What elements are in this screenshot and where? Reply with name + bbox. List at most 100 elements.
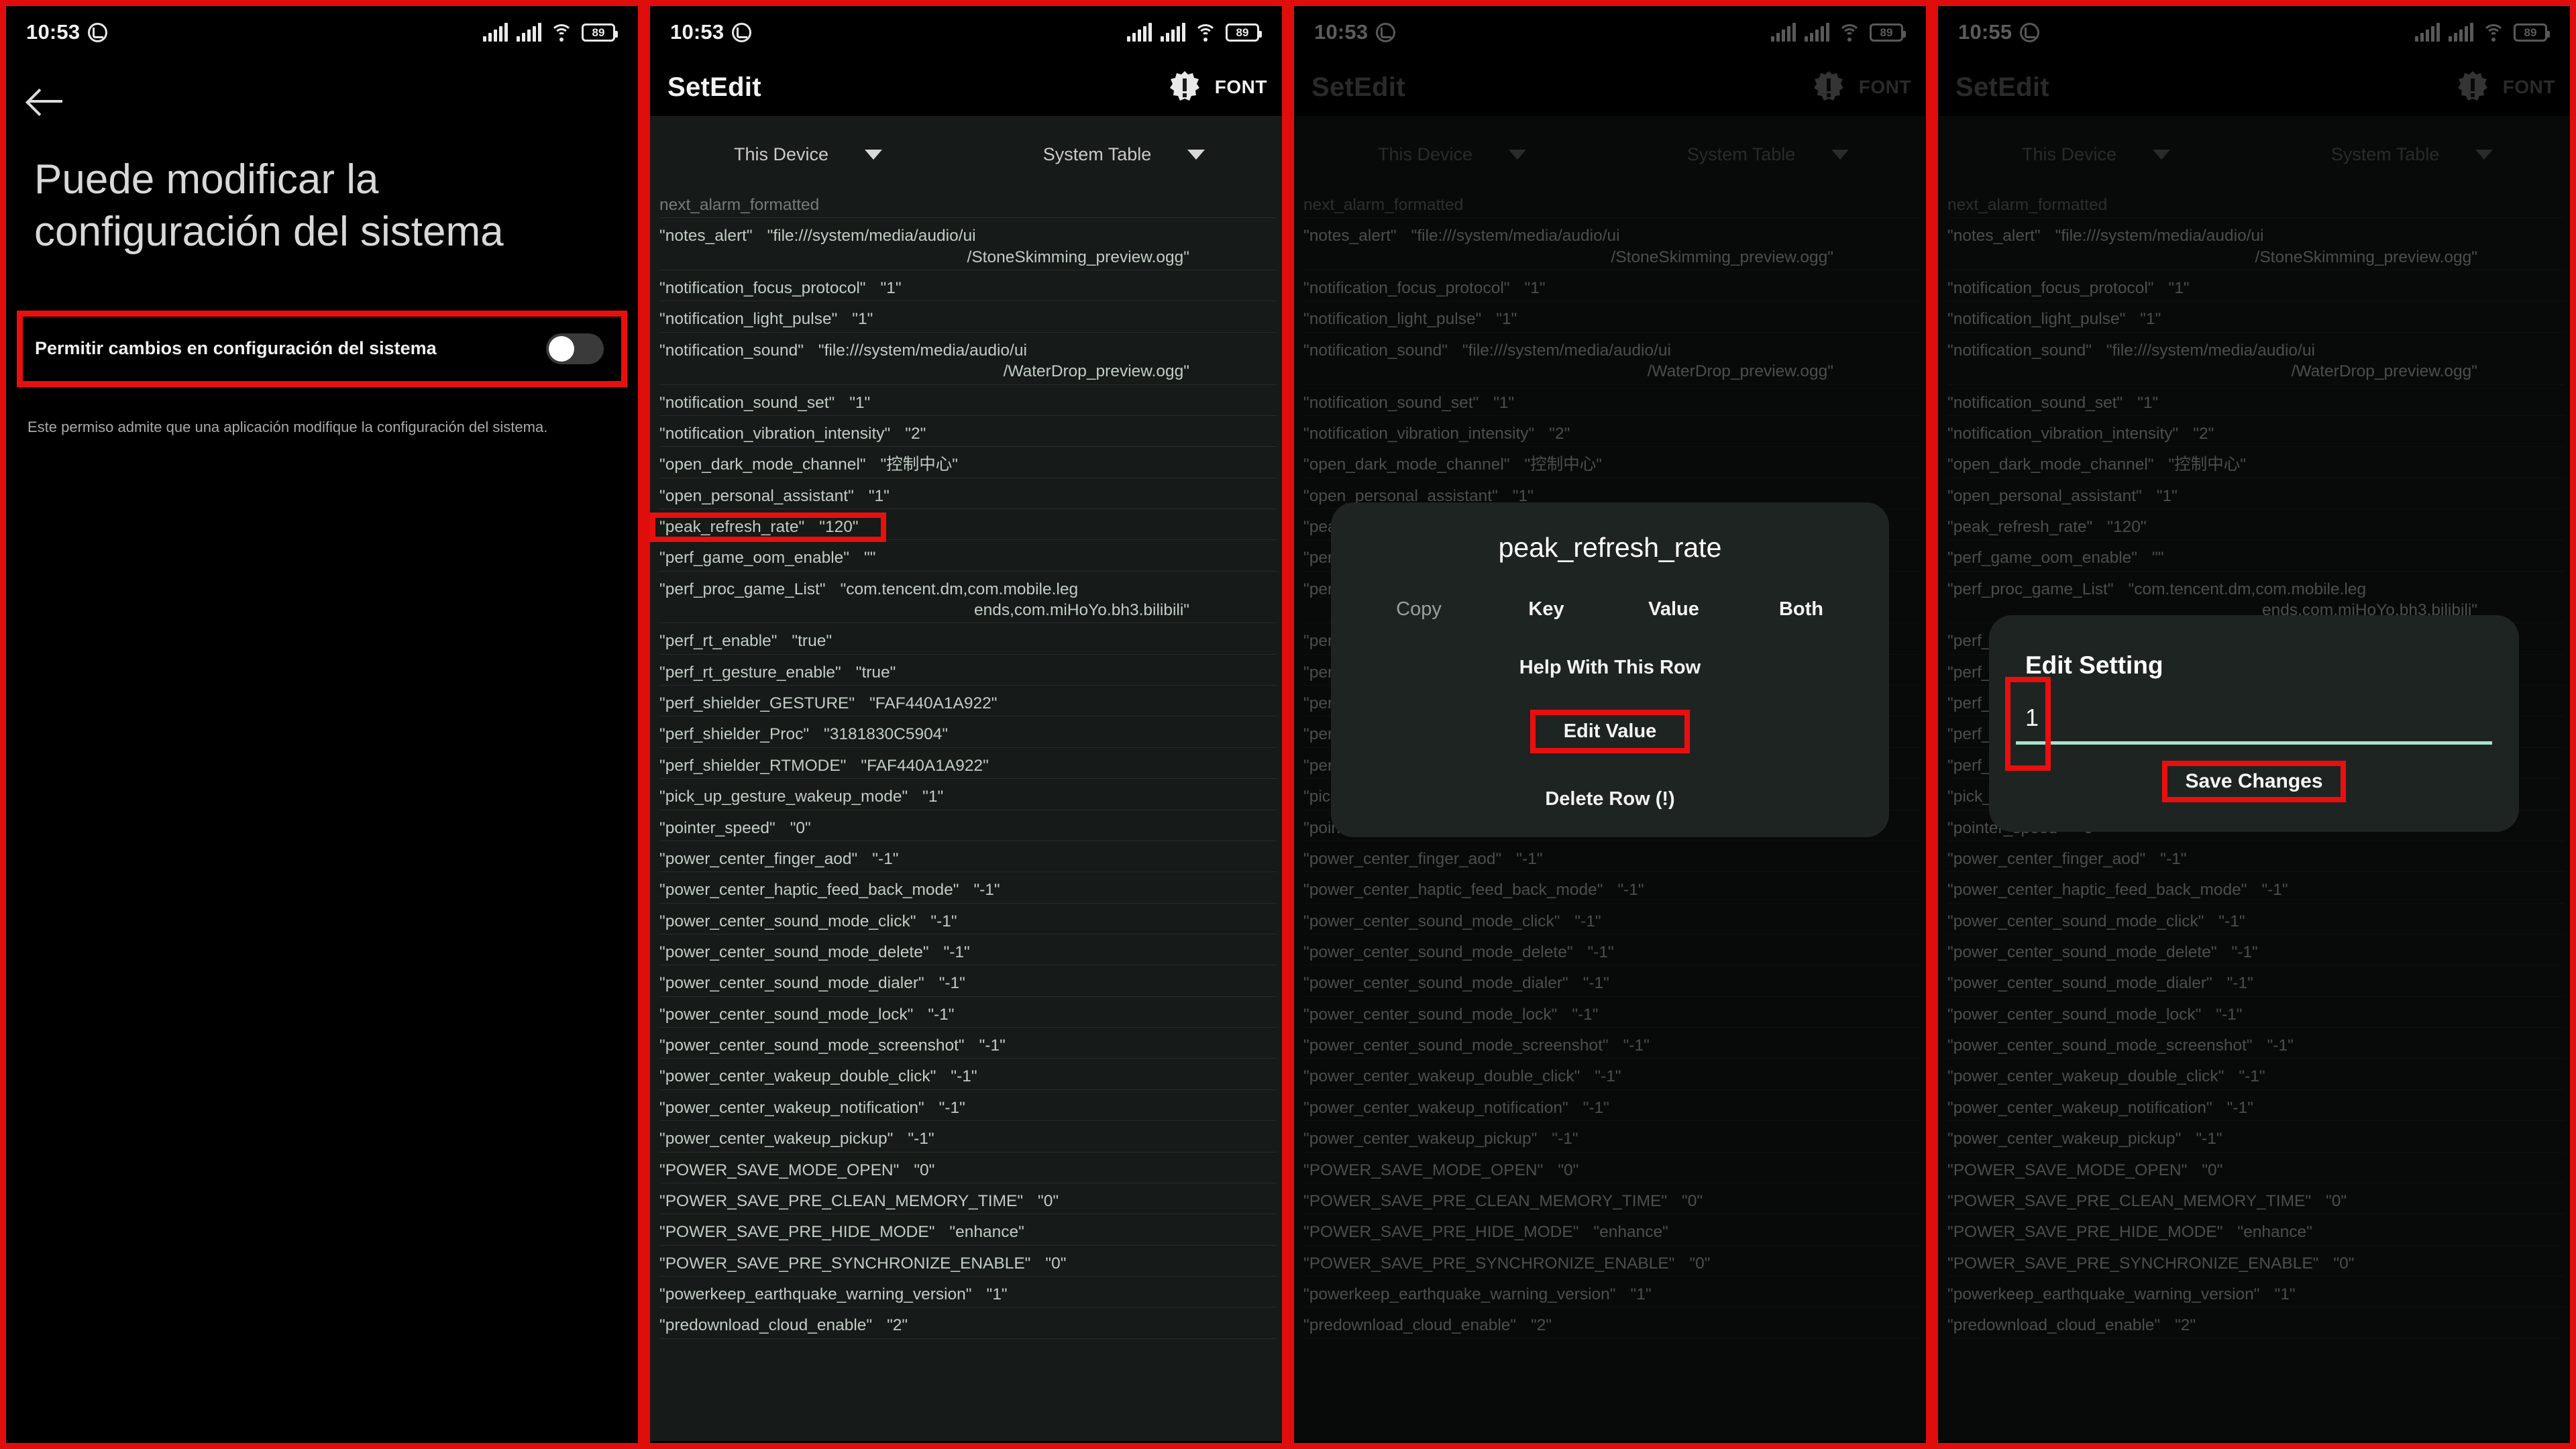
table-row[interactable]: "pick_up_gesture_wakeup_mode" "1" — [650, 784, 1282, 815]
battery-icon: 89 — [1226, 23, 1262, 42]
row-value: "-1" — [973, 881, 1000, 900]
row-key-value: "predownload_cloud_enable" "2" — [659, 1315, 1277, 1336]
row-separator — [659, 1027, 1277, 1028]
table-row[interactable]: "powerkeep_earthquake_warning_version" "1… — [650, 1281, 1282, 1313]
table-row[interactable]: next_alarm_formatted — [650, 192, 1282, 223]
back-arrow-icon[interactable] — [29, 87, 64, 116]
table-row[interactable]: "power_center_sound_mode_lock" "-1" — [650, 1002, 1282, 1033]
row-value: "120" — [819, 517, 859, 536]
row-separator — [659, 539, 1277, 541]
row-value: "-1" — [938, 1098, 965, 1117]
permission-row[interactable]: Permitir cambios en configuración del si… — [23, 317, 621, 381]
signal-bars-icon-2 — [517, 23, 541, 42]
battery-level: 89 — [592, 26, 605, 39]
row-key-value: "power_center_sound_mode_click" "-1" — [659, 911, 1277, 932]
signal-bars-icon — [483, 23, 508, 42]
row-key-value: "power_center_wakeup_pickup" "-1" — [659, 1128, 1277, 1149]
table-row[interactable]: "open_personal_assistant" "1" — [650, 483, 1282, 514]
row-value: "1" — [880, 279, 902, 298]
dialog-action-row: Copy Key Value Both — [1331, 598, 1889, 621]
table-row[interactable]: "power_center_sound_mode_click" "-1" — [650, 908, 1282, 939]
table-row[interactable]: "POWER_SAVE_PRE_CLEAN_MEMORY_TIME" "0" — [650, 1188, 1282, 1220]
setting-value-input[interactable]: 1 — [2016, 704, 2492, 741]
row-value: "1" — [922, 788, 944, 806]
row-value: "0" — [1038, 1191, 1059, 1210]
row-key: "power_center_sound_mode_dialer" — [659, 974, 924, 993]
row-separator — [659, 1120, 1277, 1122]
table-row[interactable]: "perf_shielder_Proc" "3181830C5904" — [650, 721, 1282, 753]
table-row[interactable]: "predownload_cloud_enable" "2" — [650, 1312, 1282, 1344]
table-row[interactable]: "notes_alert" "file:///system/media/audio… — [650, 223, 1282, 276]
copy-key-button[interactable]: Key — [1483, 598, 1610, 621]
table-row[interactable]: "perf_proc_game_List" "com.tencent.dm,com… — [650, 576, 1282, 629]
row-separator — [659, 1058, 1277, 1059]
row-key-value: "open_personal_assistant" "1" — [659, 486, 1277, 506]
row-value: "1" — [868, 486, 890, 505]
battery-level: 89 — [1236, 26, 1249, 39]
table-row[interactable]: "notification_sound" "file:///system/medi… — [650, 337, 1282, 390]
row-key-value: "perf_rt_gesture_enable" "true" — [659, 662, 1277, 683]
row-separator — [659, 653, 1277, 655]
row-separator — [659, 1275, 1277, 1277]
table-row[interactable]: "power_center_sound_mode_screenshot" "-1" — [650, 1032, 1282, 1064]
font-button[interactable]: FONT — [1215, 76, 1267, 98]
edit-value-label: Edit Value — [1563, 720, 1657, 742]
row-key-value: "powerkeep_earthquake_warning_version" "1… — [659, 1284, 1277, 1305]
table-row[interactable]: "notification_focus_protocol" "1" — [650, 275, 1282, 307]
device-selector[interactable]: This Device — [650, 144, 966, 165]
table-row[interactable]: "notification_vibration_intensity" "2" — [650, 421, 1282, 452]
table-row[interactable]: "POWER_SAVE_MODE_OPEN" "0" — [650, 1157, 1282, 1188]
row-key-value: "peak_refresh_rate" "120" — [659, 517, 1277, 537]
row-separator — [659, 415, 1277, 416]
row-separator — [659, 217, 1277, 219]
edit-value-button[interactable]: Edit Value — [1529, 710, 1690, 753]
table-row[interactable]: "POWER_SAVE_PRE_SYNCHRONIZE_ENABLE" "0" — [650, 1250, 1282, 1281]
table-row[interactable]: "power_center_wakeup_double_click" "-1" — [650, 1063, 1282, 1095]
row-value-continued: /WaterDrop_preview.ogg" — [1003, 362, 1189, 381]
table-row[interactable]: "perf_rt_gesture_enable" "true" — [650, 659, 1282, 691]
table-row[interactable]: "notification_light_pulse" "1" — [650, 306, 1282, 337]
table-row[interactable]: "open_dark_mode_channel" "控制中心" — [650, 451, 1282, 483]
warning-badge-icon[interactable] — [1168, 70, 1201, 104]
table-row[interactable]: "power_center_wakeup_notification" "-1" — [650, 1095, 1282, 1126]
table-row[interactable]: "pointer_speed" "0" — [650, 815, 1282, 846]
table-row[interactable]: "power_center_haptic_feed_back_mode" "-1" — [650, 877, 1282, 908]
table-row[interactable]: "power_center_finger_aod" "-1" — [650, 846, 1282, 877]
help-with-this-row-button[interactable]: Help With This Row — [1331, 657, 1889, 679]
table-row[interactable]: "perf_game_oom_enable" "" — [650, 545, 1282, 576]
panel-permission-screen: 10:53 89 Puede modificar la configuració… — [0, 0, 644, 1449]
settings-list[interactable]: next_alarm_formatted "notes_alert" "file:/… — [650, 192, 1282, 1441]
edit-setting-dialog: Edit Setting 1 Save Changes — [1989, 615, 2519, 832]
allow-system-settings-toggle[interactable] — [546, 333, 604, 365]
table-row[interactable]: "power_center_wakeup_pickup" "-1" — [650, 1126, 1282, 1157]
status-bar: 10:53 89 — [650, 6, 1282, 58]
table-row[interactable]: "perf_shielder_GESTURE" "FAF440A1A922" — [650, 690, 1282, 722]
table-row[interactable]: "POWER_SAVE_PRE_HIDE_MODE" "enhance" — [650, 1219, 1282, 1250]
copy-label: Copy — [1396, 598, 1442, 620]
copy-value-button[interactable]: Value — [1610, 598, 1737, 621]
save-changes-button[interactable]: Save Changes — [2162, 761, 2346, 802]
row-separator — [659, 747, 1277, 748]
delete-row-button[interactable]: Delete Row (!) — [1331, 788, 1889, 810]
table-selector[interactable]: System Table — [966, 144, 1282, 165]
table-row[interactable]: "perf_rt_enable" "true" — [650, 628, 1282, 659]
row-key-value: "perf_proc_game_List" "com.tencent.dm,com… — [659, 579, 1277, 600]
save-changes-label: Save Changes — [2185, 770, 2323, 792]
table-row[interactable]: "peak_refresh_rate" "120" — [650, 512, 1282, 545]
screenshot-board: 10:53 89 Puede modificar la configuració… — [0, 0, 2576, 1449]
row-value: "FAF440A1A922" — [861, 756, 989, 775]
row-key: "perf_rt_gesture_enable" — [659, 663, 841, 682]
table-row[interactable]: "perf_shielder_RTMODE" "FAF440A1A922" — [650, 753, 1282, 784]
row-key: "pick_up_gesture_wakeup_mode" — [659, 788, 908, 806]
table-row[interactable]: "notification_sound_set" "1" — [650, 390, 1282, 421]
copy-both-button[interactable]: Both — [1737, 598, 1865, 621]
row-key: "power_center_sound_mode_lock" — [659, 1005, 914, 1024]
edit-setting-title: Edit Setting — [2025, 651, 2163, 679]
table-selector-label: System Table — [1042, 144, 1152, 164]
table-row[interactable]: "power_center_sound_mode_delete" "-1" — [650, 939, 1282, 971]
row-value: "true" — [792, 632, 833, 651]
row-key-value: "power_center_sound_mode_screenshot" "-1" — [659, 1035, 1277, 1056]
table-row[interactable]: "power_center_sound_mode_dialer" "-1" — [650, 970, 1282, 1002]
edit-setting-field[interactable]: 1 — [2005, 677, 2492, 771]
row-key: "powerkeep_earthquake_warning_version" — [659, 1285, 972, 1303]
